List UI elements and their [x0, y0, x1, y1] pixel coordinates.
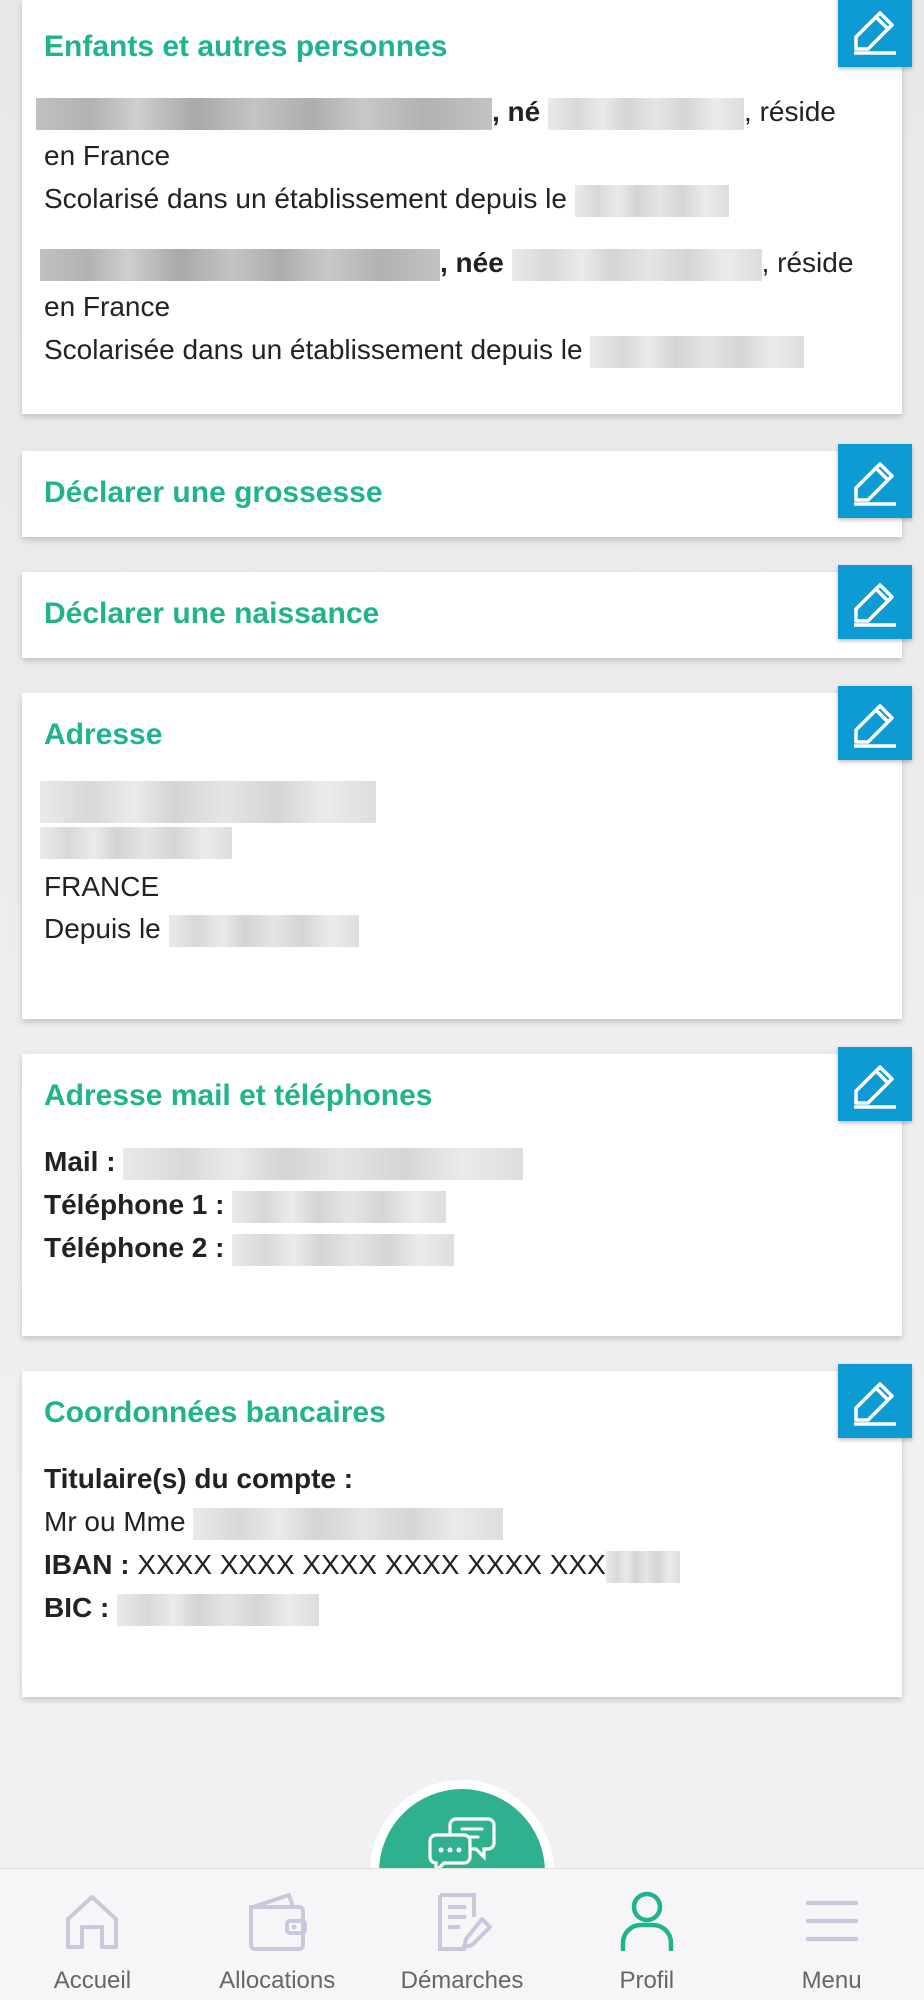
hamburger-icon: [805, 1900, 858, 1942]
contact-title: Adresse mail et téléphones: [44, 1079, 433, 1112]
birth-card[interactable]: Déclarer une naissance: [22, 565, 912, 658]
nav-item-allocations[interactable]: Allocations: [185, 1869, 370, 2000]
account-holder-row: Mr ou Mme: [44, 1506, 504, 1540]
nav-item-menu[interactable]: Menu: [739, 1869, 924, 2000]
nav-label-allocations: Allocations: [219, 1967, 336, 1994]
wallet-icon: [249, 1892, 308, 1951]
redacted-bic: [117, 1593, 320, 1626]
address-city: [40, 825, 232, 859]
redacted-child1-name: [36, 97, 492, 130]
redacted-tel1: [232, 1190, 447, 1223]
child2-reside-label: , réside: [761, 247, 854, 278]
contact-card: Adresse mail et téléphones Mail : Téléph…: [22, 1047, 912, 1336]
redacted-city: [40, 826, 232, 859]
edit-pregnancy-button[interactable]: [838, 444, 912, 518]
redacted-child2-birthdate: [511, 248, 762, 281]
iban-row: IBAN : XXXX XXXX XXXX XXXX XXXX XXX: [44, 1549, 680, 1583]
redacted-child1-birthdate: [548, 97, 745, 130]
home-icon: [66, 1895, 119, 1949]
children-title: Enfants et autres personnes: [44, 30, 448, 63]
child1-ne-label: , né: [492, 96, 541, 127]
birth-title: Déclarer une naissance: [44, 597, 380, 630]
edit-children-button[interactable]: [838, 0, 912, 67]
account-holder-prefix: Mr ou Mme: [44, 1506, 186, 1537]
edit-bank-button[interactable]: [838, 1364, 912, 1438]
nav-label-menu: Menu: [801, 1967, 862, 1994]
redacted-street: [40, 781, 376, 823]
redacted-child2-date: [590, 335, 805, 368]
redacted-holder-name: [193, 1507, 504, 1540]
address-title: Adresse: [44, 718, 163, 751]
mail-label: Mail :: [44, 1146, 116, 1177]
address-since: Depuis le: [44, 913, 359, 947]
edit-contact-button[interactable]: [838, 1047, 912, 1121]
account-holder-label: Titulaire(s) du compte :: [44, 1463, 354, 1494]
redacted-child1-date: [574, 184, 729, 217]
iban-label: IBAN :: [44, 1549, 130, 1580]
profile-page: Enfants et autres personnes , né , résid…: [0, 0, 924, 2000]
child2-line3: Scolarisée dans un établissement depuis …: [44, 334, 805, 368]
child2-nee-label: , née: [440, 247, 504, 278]
document-edit-icon: [437, 1893, 492, 1951]
child1-reside-label: , réside: [744, 96, 836, 127]
redacted-since-date: [168, 914, 359, 947]
pregnancy-title: Déclarer une grossesse: [44, 476, 383, 509]
bank-card: Coordonnées bancaires Titulaire(s) du co…: [22, 1364, 912, 1697]
edit-address-button[interactable]: [838, 686, 912, 760]
child1-line3: Scolarisé dans un établissement depuis l…: [44, 183, 729, 217]
child1-scol-label: Scolarisé dans un établissement depuis l…: [44, 183, 567, 214]
child1-line1: , né , réside: [36, 96, 836, 130]
pencil-icon: [854, 1382, 896, 1426]
child2-line2: en France: [44, 291, 171, 322]
address-card: Adresse FRANCE Depuis le: [22, 686, 912, 1019]
pregnancy-card[interactable]: Déclarer une grossesse: [22, 444, 912, 537]
child2-scol-label: Scolarisée dans un établissement depuis …: [44, 334, 583, 365]
tel2-row: Téléphone 2 :: [44, 1232, 455, 1266]
address-street: [40, 781, 376, 823]
bic-label: BIC :: [44, 1592, 110, 1623]
redacted-child2-name: [40, 248, 440, 281]
children-card: Enfants et autres personnes , né , résid…: [22, 0, 912, 414]
nav-item-demarches[interactable]: Démarches: [370, 1869, 555, 2000]
pencil-icon: [854, 583, 896, 627]
tel2-label: Téléphone 2 :: [44, 1232, 225, 1263]
nav-label-profil: Profil: [619, 1967, 675, 1994]
nav-item-accueil[interactable]: Accueil: [0, 1869, 185, 2000]
bank-title: Coordonnées bancaires: [44, 1396, 386, 1429]
nav-item-profil[interactable]: Profil: [554, 1869, 739, 2000]
tel1-label: Téléphone 1 :: [44, 1189, 225, 1220]
child1-line2: en France: [44, 140, 171, 171]
pencil-icon: [854, 1065, 896, 1109]
bic-row: BIC :: [44, 1592, 320, 1626]
address-since-label: Depuis le: [44, 913, 161, 944]
mail-row: Mail :: [44, 1146, 524, 1180]
nav-label-accueil: Accueil: [53, 1967, 132, 1994]
user-icon: [620, 1891, 674, 1951]
pencil-icon: [854, 704, 896, 748]
chat-bubbles-icon: [428, 1817, 496, 1873]
pencil-icon: [854, 462, 896, 506]
redacted-iban-end: [605, 1550, 680, 1583]
child2-line1: , née , réside: [40, 247, 853, 281]
iban-value: XXXX XXXX XXXX XXXX XXXX XXX: [137, 1549, 606, 1580]
bottom-navigation: Accueil Allocations Démarches Profil Men…: [0, 1868, 924, 2000]
edit-birth-button[interactable]: [838, 565, 912, 639]
redacted-mail: [123, 1147, 524, 1180]
nav-label-demarches: Démarches: [400, 1967, 524, 1994]
redacted-tel2: [232, 1233, 455, 1266]
pencil-icon: [854, 11, 896, 55]
tel1-row: Téléphone 1 :: [44, 1189, 447, 1223]
address-country: FRANCE: [44, 871, 160, 902]
